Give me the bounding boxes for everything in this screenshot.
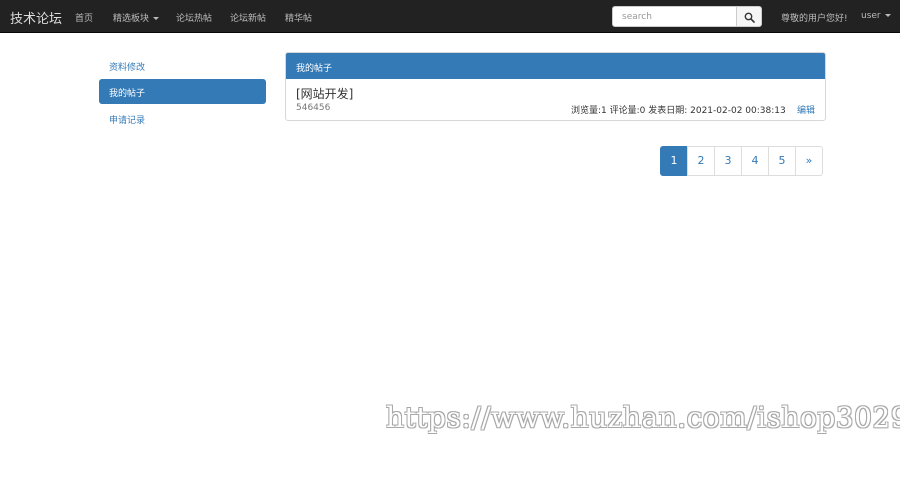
- user-menu[interactable]: user: [861, 11, 891, 21]
- post-content: 546456: [296, 103, 331, 113]
- caret-down-icon: [884, 14, 891, 17]
- watermark: https://www.huzhan.com/ishop30295: [386, 401, 900, 434]
- my-posts-panel: 我的帖子 [网站开发] 546456 浏览量:1 评论量:0 发表日期: 202…: [285, 52, 826, 121]
- next-page-button[interactable]: »: [795, 146, 823, 176]
- nav-item-featured-boards[interactable]: 精选板块: [113, 11, 160, 24]
- site-brand[interactable]: 技术论坛: [10, 8, 62, 27]
- post-meta: 浏览量:1 评论量:0 发表日期: 2021-02-02 00:38:13: [571, 106, 786, 116]
- page-2-button[interactable]: 2: [687, 146, 715, 176]
- top-navbar: 技术论坛 首页 精选板块 论坛热帖 论坛新帖 精华帖 尊敬的用户您好! user: [0, 0, 900, 33]
- nav-item-new-posts[interactable]: 论坛新帖: [230, 11, 266, 24]
- sidebar-item-application-records[interactable]: 申请记录: [99, 106, 266, 131]
- nav-item-hot-posts[interactable]: 论坛热帖: [176, 11, 212, 24]
- panel-heading: 我的帖子: [286, 53, 825, 79]
- search-button[interactable]: [736, 6, 762, 27]
- edit-post-link[interactable]: 编辑: [797, 103, 815, 116]
- pagination: 1 2 3 4 5 »: [660, 146, 823, 176]
- user-menu-label: user: [861, 11, 881, 21]
- sidebar-item-my-posts[interactable]: 我的帖子: [99, 79, 266, 104]
- page-4-button[interactable]: 4: [741, 146, 769, 176]
- post-title[interactable]: [网站开发]: [296, 85, 353, 102]
- page-3-button[interactable]: 3: [714, 146, 742, 176]
- caret-down-icon: [153, 17, 160, 20]
- nav-item-featured-boards-label: 精选板块: [113, 14, 150, 24]
- page-5-button[interactable]: 5: [768, 146, 796, 176]
- nav-item-home[interactable]: 首页: [75, 11, 93, 24]
- sidebar-item-profile-edit[interactable]: 资料修改: [99, 53, 266, 78]
- nav-item-essence-posts[interactable]: 精华帖: [285, 11, 312, 24]
- search-icon: [744, 12, 755, 23]
- search-input[interactable]: [612, 6, 737, 27]
- page-1-button[interactable]: 1: [660, 146, 688, 176]
- user-greeting: 尊敬的用户您好!: [781, 14, 848, 24]
